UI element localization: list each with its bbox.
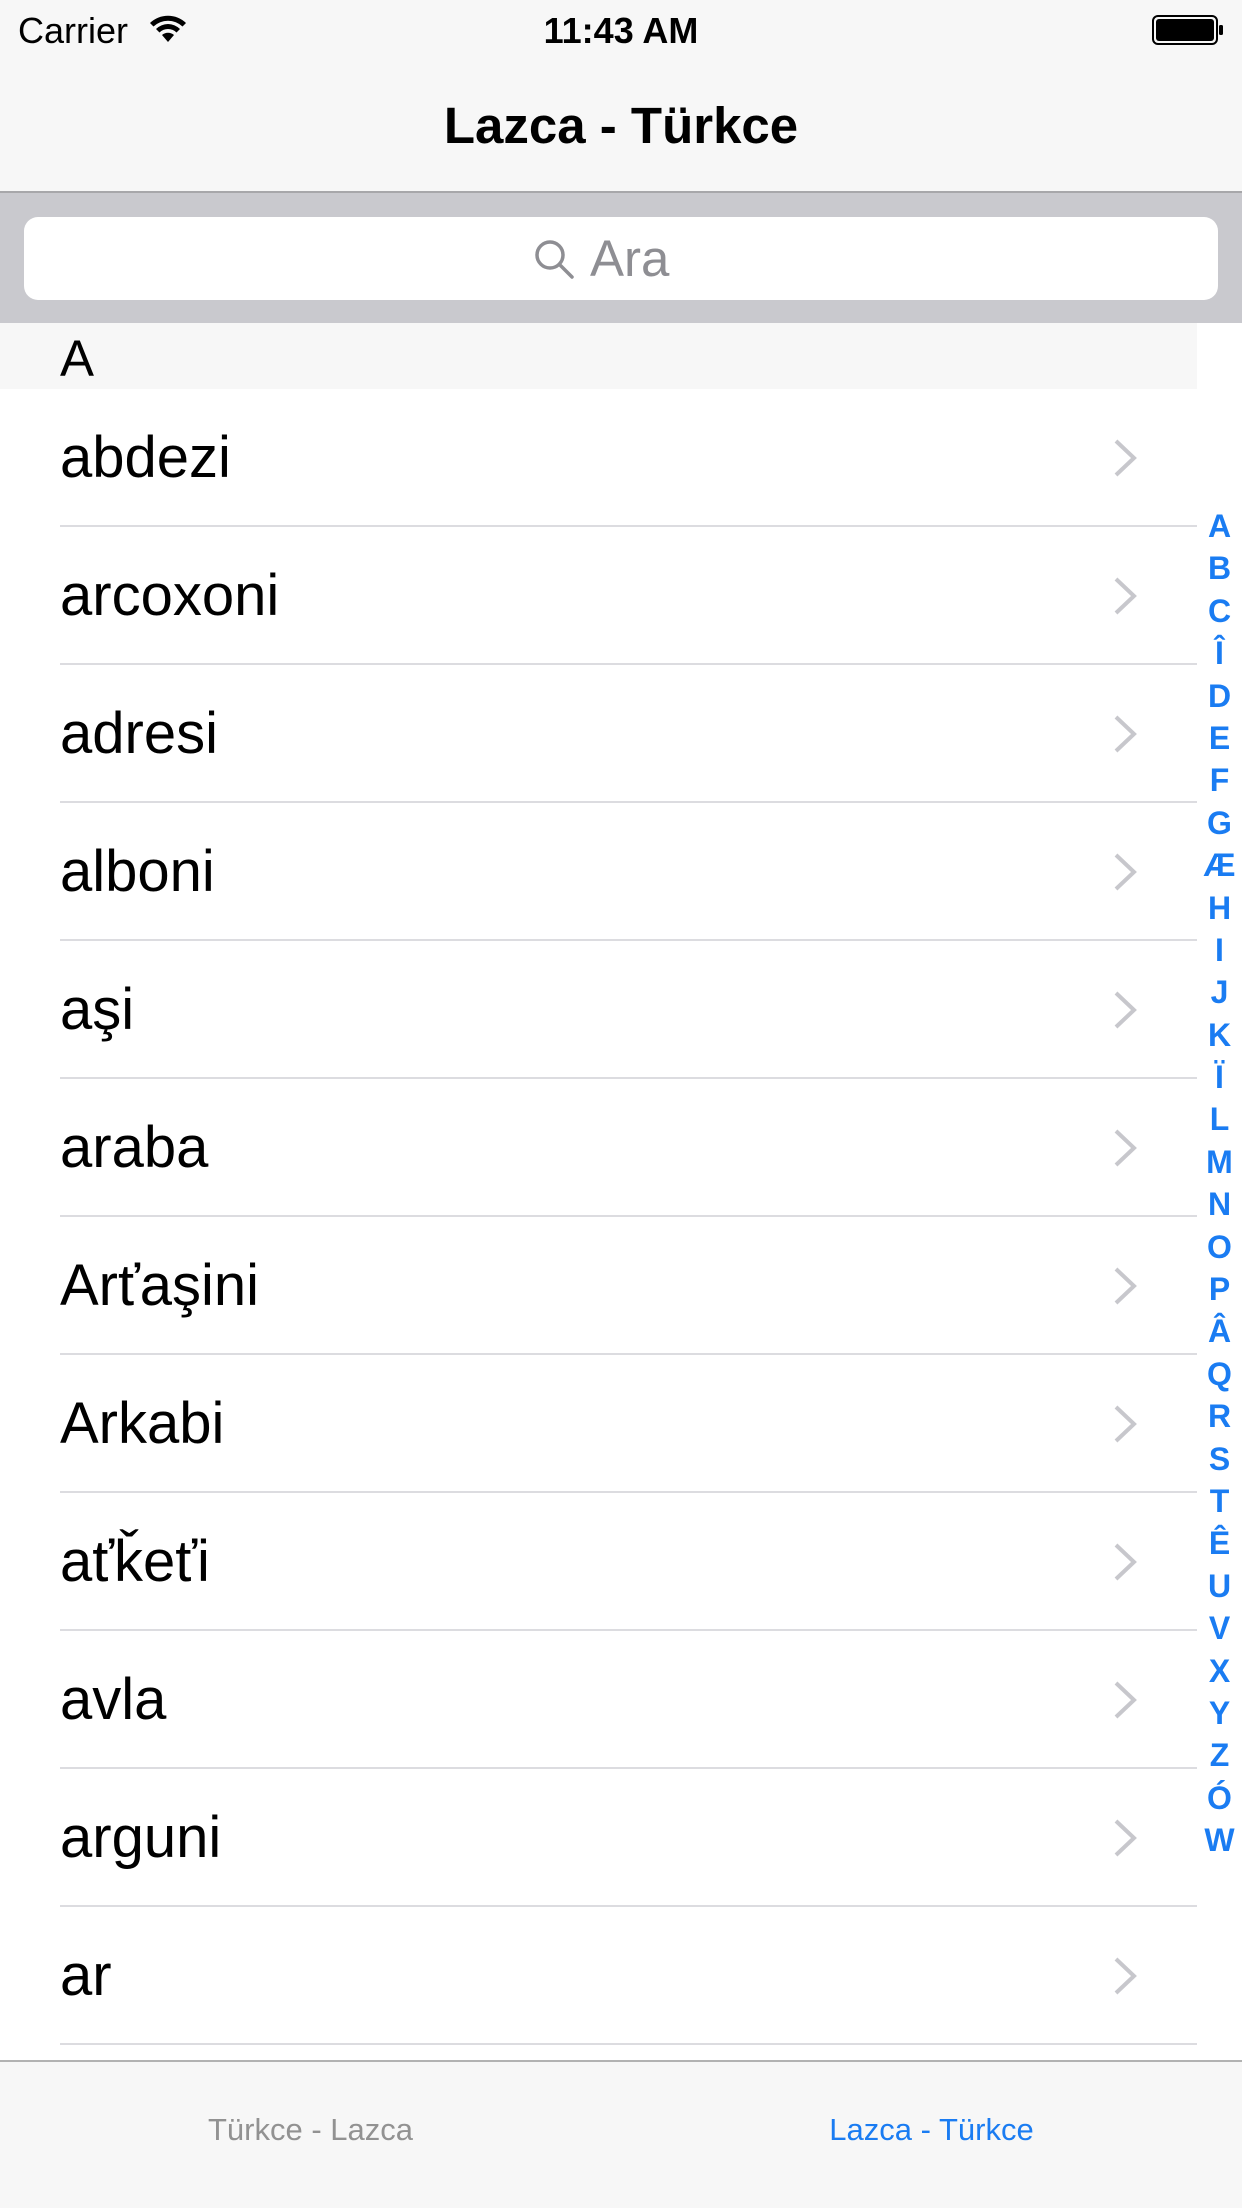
list-item[interactable]: Arťaşini: [0, 1217, 1197, 1355]
list-item[interactable]: arguni: [0, 1769, 1197, 1907]
list-item-label: arcoxoni: [60, 563, 280, 628]
list-item-label: alboni: [60, 839, 215, 904]
index-letter[interactable]: V: [1197, 1607, 1242, 1649]
list-item-label: arguni: [60, 1805, 222, 1870]
clock: 11:43 AM: [543, 10, 699, 51]
index-letter[interactable]: Ê: [1197, 1522, 1242, 1564]
index-letter[interactable]: N: [1197, 1183, 1242, 1225]
section-header-label: A: [60, 330, 95, 387]
list-item-label: aťǩeťi: [60, 1529, 210, 1594]
index-letter[interactable]: I: [1197, 929, 1242, 971]
list-item[interactable]: araba: [0, 1079, 1197, 1217]
index-letter[interactable]: C: [1197, 590, 1242, 632]
list-item[interactable]: Arkabi: [0, 1355, 1197, 1493]
index-letter[interactable]: Y: [1197, 1692, 1242, 1734]
chevron-right-icon: [1114, 1957, 1137, 1995]
list-item-label: abdezi: [60, 425, 231, 490]
section-header: A: [0, 323, 1197, 389]
index-letter[interactable]: R: [1197, 1395, 1242, 1437]
index-letter[interactable]: F: [1197, 759, 1242, 801]
index-letter[interactable]: P: [1197, 1268, 1242, 1310]
index-letter[interactable]: W: [1197, 1819, 1242, 1861]
navigation-bar: Lazca - Türkce: [0, 60, 1242, 193]
list-item-label: adresi: [60, 701, 218, 766]
index-letter[interactable]: J: [1197, 971, 1242, 1013]
chevron-right-icon: [1114, 715, 1137, 753]
status-bar: Carrier 11:43 AM: [0, 0, 1242, 60]
list-item-label: aşi: [60, 977, 135, 1042]
chevron-right-icon: [1114, 853, 1137, 891]
index-letter[interactable]: A: [1197, 505, 1242, 547]
list-item[interactable]: ar: [0, 1907, 1197, 2045]
tab-bar: Türkce - Lazca Lazca - Türkce: [0, 2060, 1242, 2208]
list-item-label: Arťaşini: [60, 1253, 260, 1318]
chevron-right-icon: [1114, 1129, 1137, 1167]
section-index[interactable]: A B C Î D E F G Æ H I J K Ï L M N O P Â …: [1197, 505, 1242, 1862]
index-letter[interactable]: K: [1197, 1014, 1242, 1056]
index-letter[interactable]: Q: [1197, 1353, 1242, 1395]
index-letter[interactable]: H: [1197, 887, 1242, 929]
list-item[interactable]: arcoxoni: [0, 527, 1197, 665]
list-item-label: Arkabi: [60, 1391, 225, 1456]
index-letter[interactable]: M: [1197, 1141, 1242, 1183]
search-bar: [0, 193, 1242, 323]
tab-lazca-turkce[interactable]: Lazca - Türkce: [621, 2112, 1242, 2148]
chevron-right-icon: [1114, 1405, 1137, 1443]
index-letter[interactable]: B: [1197, 547, 1242, 589]
list-item[interactable]: avla: [0, 1631, 1197, 1769]
index-letter[interactable]: X: [1197, 1650, 1242, 1692]
screen: Carrier 11:43 AM Lazca - Türkce Ara A ab…: [0, 0, 1242, 2208]
index-letter[interactable]: U: [1197, 1565, 1242, 1607]
index-letter[interactable]: Æ: [1197, 844, 1242, 886]
list-item-label: araba: [60, 1115, 209, 1180]
search-field[interactable]: [24, 217, 1218, 300]
battery-icon: [1152, 15, 1223, 45]
index-letter[interactable]: T: [1197, 1480, 1242, 1522]
chevron-right-icon: [1114, 1267, 1137, 1305]
list-item-label: ar: [60, 1943, 112, 2008]
chevron-right-icon: [1114, 577, 1137, 615]
chevron-right-icon: [1114, 1819, 1137, 1857]
index-letter[interactable]: S: [1197, 1438, 1242, 1480]
chevron-right-icon: [1114, 991, 1137, 1029]
chevron-right-icon: [1114, 1681, 1137, 1719]
index-letter[interactable]: D: [1197, 675, 1242, 717]
list-item[interactable]: aşi: [0, 941, 1197, 1079]
chevron-right-icon: [1114, 1543, 1137, 1581]
list-item-label: avla: [60, 1667, 167, 1732]
index-letter[interactable]: Z: [1197, 1734, 1242, 1776]
tab-turkce-lazca[interactable]: Türkce - Lazca: [0, 2112, 621, 2148]
search-input[interactable]: [590, 229, 710, 288]
index-letter[interactable]: Î: [1197, 632, 1242, 674]
chevron-right-icon: [1114, 439, 1137, 477]
index-letter[interactable]: Ó: [1197, 1777, 1242, 1819]
index-letter[interactable]: G: [1197, 802, 1242, 844]
list-item[interactable]: alboni: [0, 803, 1197, 941]
index-letter[interactable]: Â: [1197, 1310, 1242, 1352]
list-item[interactable]: abdezi: [0, 389, 1197, 527]
index-letter[interactable]: E: [1197, 717, 1242, 759]
index-letter[interactable]: O: [1197, 1226, 1242, 1268]
page-title: Lazca - Türkce: [443, 97, 799, 154]
list-item[interactable]: aťǩeťi: [0, 1493, 1197, 1631]
index-letter[interactable]: Ï: [1197, 1056, 1242, 1098]
index-letter[interactable]: L: [1197, 1098, 1242, 1140]
list-item[interactable]: adresi: [0, 665, 1197, 803]
search-icon: [535, 239, 574, 279]
word-list: abdezi arcoxoni adresi alboni aşi araba …: [0, 389, 1197, 2045]
